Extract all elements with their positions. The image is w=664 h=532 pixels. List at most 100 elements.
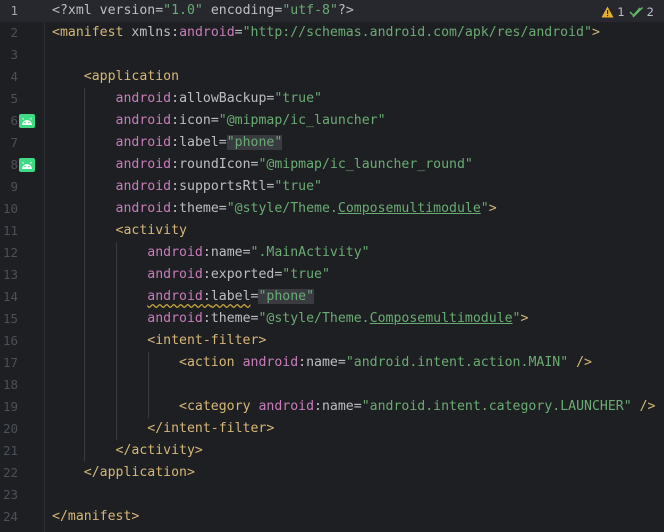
code-token: android [258,399,315,414]
code-line[interactable]: 15 android:theme="@style/Theme.Composemu… [0,308,664,330]
code-editor[interactable]: 1 <?xml version="1.0" encoding="utf-8"?> 2… [0,0,664,532]
code-text: android:roundIcon="@mipmap/ic_launcher_r… [52,154,473,176]
code-token: > [591,25,600,40]
code-token: </activity> [115,443,203,458]
code-text: android:label="phone" [52,132,283,154]
code-token: /> [568,355,592,370]
code-token: "true" [282,267,330,282]
line-number: 5 [10,91,18,106]
line-number: 21 [2,443,18,458]
code-line[interactable]: 16 <intent-filter> [0,330,664,352]
code-token: label [179,135,219,150]
line-number: 14 [2,289,18,304]
code-token: ".MainActivity" [250,245,370,260]
code-token: : [298,355,307,370]
code-text: <action android:name="android.intent.act… [52,352,592,374]
code-line[interactable]: 4 <application [0,66,664,88]
code-token: = [155,3,164,18]
code-token: android [147,267,203,282]
line-number: 12 [2,245,18,260]
code-line[interactable]: 10 android:theme="@style/Theme.Composemu… [0,198,664,220]
code-token: Composemultimodule [369,311,513,326]
code-token: > [520,311,529,326]
android-icon[interactable] [19,158,35,172]
code-token: allowBackup [179,91,267,106]
code-token: name [210,245,243,260]
code-line[interactable]: 17 <action android:name="android.intent.… [0,352,664,374]
code-text: <application [52,66,179,88]
code-token: = [210,113,219,128]
code-text: <?xml version="1.0" encoding="utf-8"?> [52,0,354,22]
code-line[interactable]: 19 <category android:name="android.inten… [0,396,664,418]
code-line[interactable]: 22 </application> [0,462,664,484]
code-token: name [306,355,338,370]
weak-warning-count: 2 [646,5,654,19]
code-line[interactable]: 6 android:icon="@mipmap/ic_launcher" [0,110,664,132]
line-number: 18 [2,377,18,392]
code-token: android [147,289,203,304]
code-token: = [337,355,346,370]
code-line[interactable]: 13 android:exported="true" [0,264,664,286]
code-token: : [171,157,180,172]
code-token: : [202,267,211,282]
android-icon[interactable] [19,114,35,128]
code-line[interactable]: 23 [0,484,664,506]
line-number: 9 [10,179,18,194]
line-number: 20 [2,421,18,436]
code-line[interactable]: 12 android:name=".MainActivity" [0,242,664,264]
code-token: android [115,201,172,216]
code-token: = [234,25,243,40]
line-number: 15 [2,311,18,326]
code-token: android [115,113,172,128]
warning-indicator[interactable]: 1 [601,5,625,19]
line-number: 1 [10,3,18,18]
code-token: : [171,113,180,128]
line-number: 7 [10,135,18,150]
code-text: <manifest xmlns:android="http://schemas.… [52,22,600,44]
code-line[interactable]: 7 android:label="phone" [0,132,664,154]
code-token: android [115,91,172,106]
code-line[interactable]: 21 </activity> [0,440,664,462]
warning-triangle-icon [601,6,614,18]
code-token: <category [179,399,259,414]
code-line[interactable]: 18 [0,374,664,396]
code-token: "true" [274,179,322,194]
line-number: 11 [2,223,18,238]
code-token: "1.0" [163,3,203,18]
code-token: = [242,245,251,260]
inspection-widget[interactable]: 1 2 [601,3,654,21]
code-token: "utf-8" [282,3,338,18]
code-token: <application [83,69,180,84]
code-token: : [171,91,180,106]
code-token: supportsRtl [179,179,267,194]
code-text: <activity [52,220,187,242]
weak-warning-indicator[interactable]: 2 [629,5,654,19]
code-token: "android.intent.category.LAUNCHER" [361,399,632,414]
code-text: android:supportsRtl="true" [52,176,322,198]
code-line[interactable]: 3 [0,44,664,66]
code-line[interactable]: 1 <?xml version="1.0" encoding="utf-8"?> [0,0,664,22]
code-line[interactable]: 2 <manifest xmlns:android="http://schemas… [0,22,664,44]
code-token: android [147,311,203,326]
double-check-icon [629,6,643,18]
code-line[interactable]: 11 <activity [0,220,664,242]
code-line[interactable]: 8 android:roundIcon="@mipmap/ic_launcher… [0,154,664,176]
code-line[interactable]: 9 android:supportsRtl="true" [0,176,664,198]
code-line[interactable]: 5 android:allowBackup="true" [0,88,664,110]
code-line[interactable]: 14 android:label="phone" [0,286,664,308]
code-token: theme [210,311,251,326]
code-token: android [115,157,172,172]
code-line[interactable]: 20 </intent-filter> [0,418,664,440]
code-line[interactable]: 24 </manifest> [0,506,664,528]
code-text: </intent-filter> [52,418,274,440]
